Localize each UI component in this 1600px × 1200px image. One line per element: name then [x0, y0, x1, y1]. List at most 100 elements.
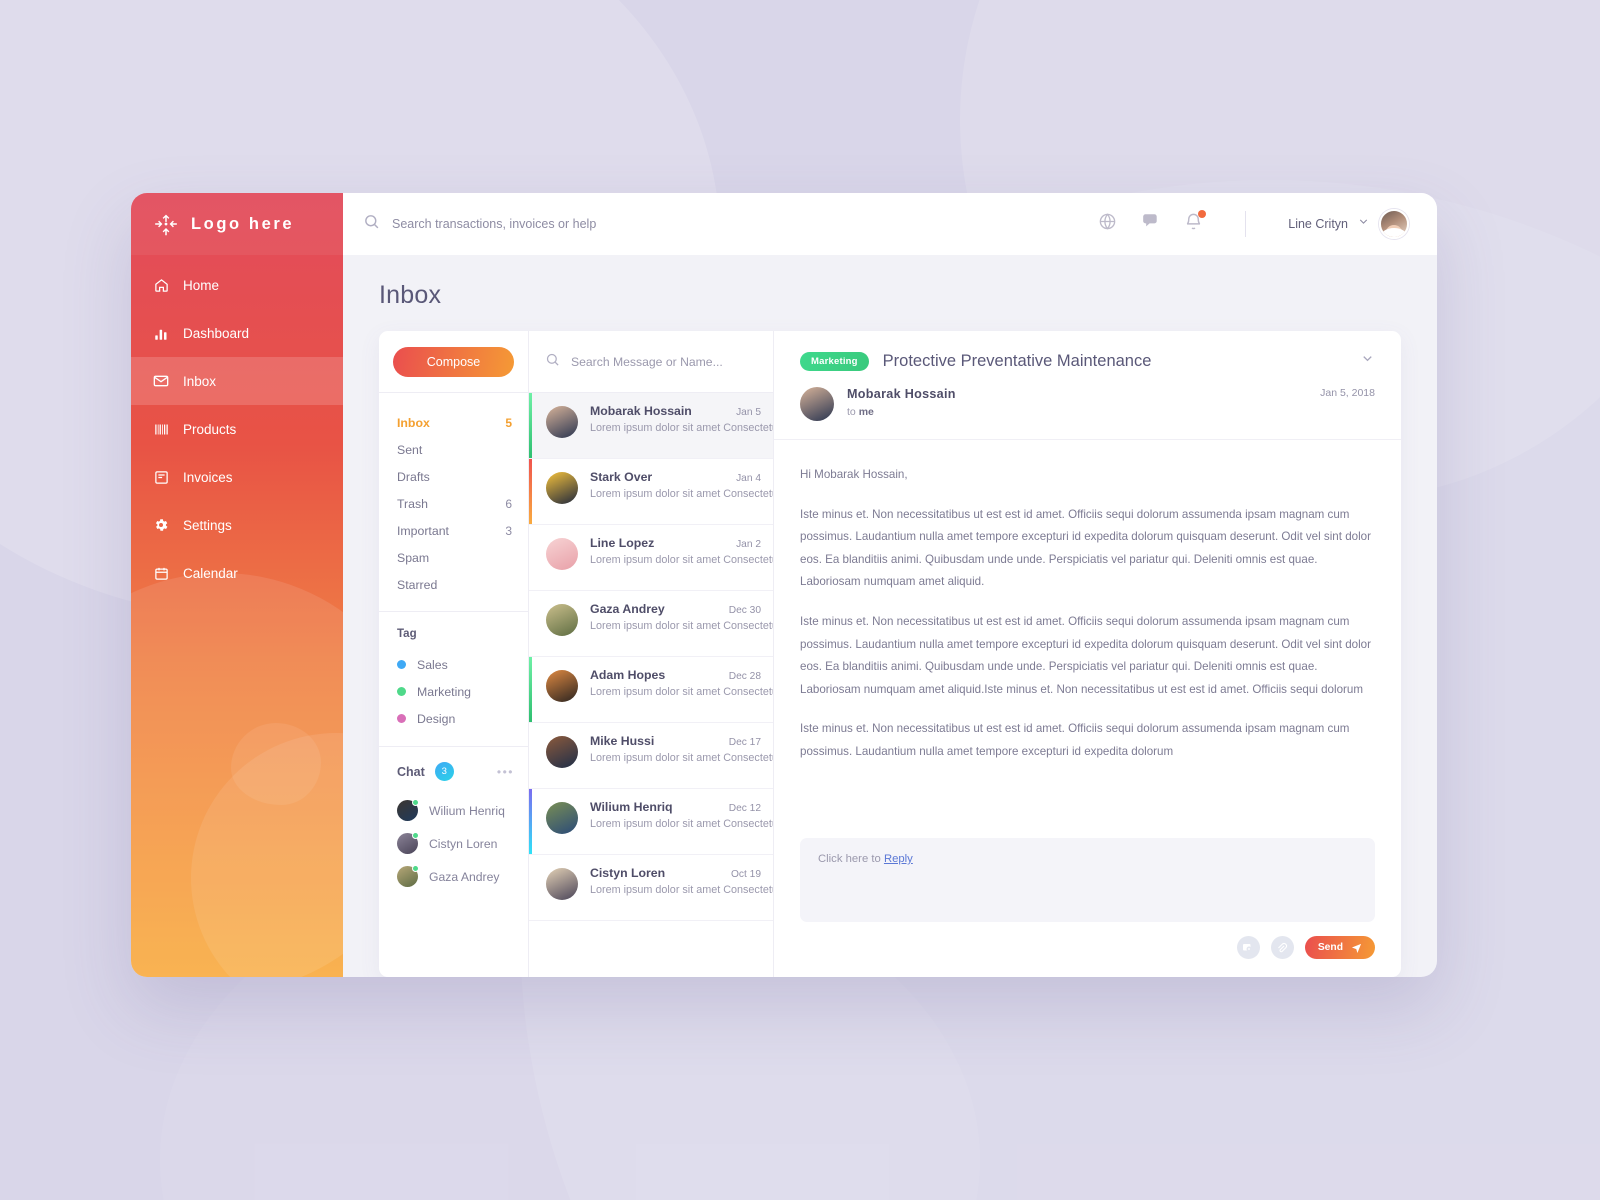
- chat-bubble-icon[interactable]: [1141, 212, 1160, 236]
- message-subject: Protective Preventative Maintenance: [882, 351, 1152, 370]
- table-row[interactable]: Gaza Andrey Dec 30 Lorem ipsum dolor sit…: [529, 591, 773, 657]
- message-sender-name: Line Lopez: [590, 536, 655, 550]
- message-search-input[interactable]: [571, 354, 757, 369]
- message-tag-strip: [529, 459, 532, 524]
- tag-item-marketing[interactable]: Marketing: [397, 678, 528, 705]
- message-tag-strip: [529, 789, 532, 854]
- folder-item-starred[interactable]: Starred: [379, 571, 528, 598]
- message-snippet: Lorem ipsum dolor sit amet Consectetur..…: [590, 422, 773, 434]
- globe-icon[interactable]: [1098, 212, 1117, 236]
- tag-label: Marketing: [417, 684, 471, 699]
- reply-input[interactable]: Click here to Reply: [800, 838, 1375, 922]
- envelope-icon: [153, 373, 169, 389]
- sidebar-item-home[interactable]: Home: [131, 261, 343, 309]
- chart-bar-icon: [153, 325, 169, 341]
- folder-label: Sent: [397, 442, 423, 457]
- search-icon: [545, 352, 560, 372]
- folder-item-important[interactable]: Important 3: [379, 517, 528, 544]
- folder-item-spam[interactable]: Spam: [379, 544, 528, 571]
- table-row[interactable]: Adam Hopes Dec 28 Lorem ipsum dolor sit …: [529, 657, 773, 723]
- table-row[interactable]: Wilium Henriq Dec 12 Lorem ipsum dolor s…: [529, 789, 773, 855]
- sidebar-item-label: Calendar: [183, 565, 238, 581]
- content-area: Inbox Compose Inbox 5 Sent Drafts Trash …: [343, 255, 1437, 977]
- mail-card: Compose Inbox 5 Sent Drafts Trash 6 Impo…: [379, 331, 1401, 977]
- paper-plane-icon: [1351, 943, 1362, 953]
- converge-arrows-logo-icon: [153, 211, 179, 237]
- sidebar-item-dashboard[interactable]: Dashboard: [131, 309, 343, 357]
- avatar: [397, 799, 419, 821]
- chat-section-title: Chat: [397, 764, 425, 779]
- folder-item-inbox[interactable]: Inbox 5: [379, 409, 528, 436]
- folder-item-sent[interactable]: Sent: [379, 436, 528, 463]
- sidebar-item-products[interactable]: Products: [131, 405, 343, 453]
- sidebar-item-label: Dashboard: [183, 325, 250, 341]
- tag-section: Tag Sales Marketing Design: [379, 612, 528, 747]
- page-title: Inbox: [379, 281, 442, 309]
- message-sender-name: Mike Hussi: [590, 734, 655, 748]
- folder-label: Trash: [397, 496, 428, 511]
- avatar: [546, 538, 578, 570]
- send-button[interactable]: Send: [1304, 936, 1375, 959]
- folder-item-trash[interactable]: Trash 6: [379, 490, 528, 517]
- sidebar-item-inbox[interactable]: Inbox: [131, 357, 343, 405]
- sender-recipient: to me: [847, 406, 956, 418]
- global-search[interactable]: [363, 213, 1098, 235]
- message-date: Jan 5: [736, 407, 761, 418]
- message-sender-name: Stark Over: [590, 470, 653, 484]
- invoice-icon: [153, 469, 169, 485]
- online-status-dot: [412, 865, 419, 872]
- folder-count: 6: [505, 496, 512, 511]
- chat-header: Chat 3 •••: [397, 762, 514, 781]
- table-row[interactable]: Line Lopez Jan 2 Lorem ipsum dolor sit a…: [529, 525, 773, 591]
- user-menu[interactable]: Line Crityn: [1288, 209, 1409, 239]
- message-snippet: Lorem ipsum dolor sit amet Consectetur..…: [590, 818, 773, 830]
- folder-item-drafts[interactable]: Drafts: [379, 463, 528, 490]
- tag-color-dot: [397, 714, 406, 723]
- sidebar-item-invoices[interactable]: Invoices: [131, 453, 343, 501]
- paperclip-icon[interactable]: [1270, 936, 1294, 959]
- sidebar-item-calendar[interactable]: Calendar: [131, 549, 343, 597]
- tag-section-title: Tag: [397, 628, 417, 640]
- message-snippet: Lorem ipsum dolor sit amet Consectetur..…: [590, 686, 773, 698]
- folder-list: Inbox 5 Sent Drafts Trash 6 Important 3 …: [379, 393, 528, 612]
- image-icon[interactable]: [1236, 936, 1260, 959]
- chat-contact-wilium-henriq[interactable]: Wilium Henriq: [397, 794, 514, 827]
- chat-count-badge: 3: [434, 762, 454, 781]
- reply-prefix-text: Click here to: [818, 853, 884, 865]
- send-button-label: Send: [1317, 942, 1343, 953]
- compose-button[interactable]: Compose: [393, 347, 514, 377]
- chevron-down-icon[interactable]: [1360, 351, 1375, 371]
- reply-link[interactable]: Reply: [884, 853, 913, 865]
- bell-icon[interactable]: [1184, 210, 1207, 236]
- message-sender-name: Gaza Andrey: [590, 602, 665, 616]
- chat-more-options-icon[interactable]: •••: [497, 765, 514, 779]
- chat-contact-gaza-andrey[interactable]: Gaza Andrey: [397, 860, 514, 893]
- table-row[interactable]: Stark Over Jan 4 Lorem ipsum dolor sit a…: [529, 459, 773, 525]
- tag-label: Sales: [417, 657, 448, 672]
- tag-item-design[interactable]: Design: [397, 705, 528, 732]
- folder-label: Spam: [397, 550, 430, 565]
- logo[interactable]: Logo here: [131, 193, 343, 255]
- user-name-label: Line Crityn: [1288, 217, 1348, 231]
- barcode-icon: [153, 421, 169, 437]
- body-paragraph: Iste minus et. Non necessitatibus ut est…: [800, 614, 1371, 696]
- avatar: [546, 472, 578, 504]
- chat-contact-name: Wilium Henriq: [429, 803, 505, 818]
- calendar-icon: [153, 565, 169, 581]
- message-date: Dec 17: [728, 737, 761, 748]
- sidebar-item-settings[interactable]: Settings: [131, 501, 343, 549]
- avatar[interactable]: [1379, 209, 1409, 239]
- search-input[interactable]: [392, 217, 812, 231]
- sidebar-item-label: Settings: [183, 517, 232, 533]
- table-row[interactable]: Cistyn Loren Oct 19 Lorem ipsum dolor si…: [529, 855, 773, 921]
- message-snippet: Lorem ipsum dolor sit amet Consectetur..…: [590, 884, 773, 896]
- chevron-down-icon: [1357, 215, 1370, 233]
- table-row[interactable]: Mobarak Hossain Jan 5 Lorem ipsum dolor …: [529, 393, 773, 459]
- table-row[interactable]: Mike Hussi Dec 17 Lorem ipsum dolor sit …: [529, 723, 773, 789]
- chat-contact-cistyn-loren[interactable]: Cistyn Loren: [397, 827, 514, 860]
- body-paragraph: Iste minus et. Non necessitatibus ut est…: [800, 722, 1350, 758]
- folder-label: Drafts: [397, 469, 430, 484]
- sidebar-nav: Home Dashboard Inbox Products Invoices S…: [131, 255, 343, 597]
- message-search[interactable]: [529, 331, 773, 393]
- tag-item-sales[interactable]: Sales: [397, 651, 528, 678]
